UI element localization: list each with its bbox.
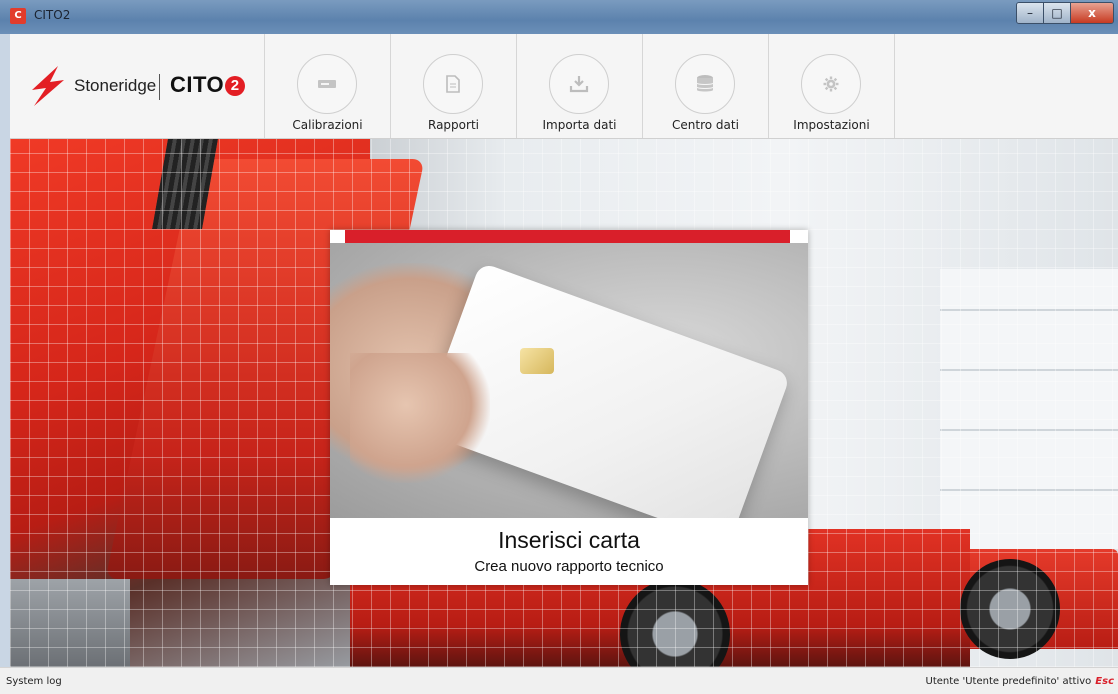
maximize-button[interactable]: □: [1044, 3, 1071, 23]
nav-calibrazioni[interactable]: Calibrazioni: [264, 34, 390, 138]
esc-link[interactable]: Esc: [1095, 676, 1114, 687]
nav-centro-dati[interactable]: Centro dati: [642, 34, 768, 138]
card-slot-icon: [297, 54, 357, 114]
close-button[interactable]: x: [1071, 3, 1113, 23]
window-title: CITO2: [34, 8, 71, 22]
system-log-link[interactable]: System log: [6, 676, 62, 687]
smartcard-photo: [330, 243, 808, 518]
logo-divider: [159, 74, 160, 100]
active-user-text: Utente 'Utente predefinito' attivo: [925, 676, 1092, 687]
nav-label: Calibrazioni: [292, 118, 363, 132]
download-icon: [549, 54, 609, 114]
nav-label: Centro dati: [672, 118, 739, 132]
nav-impostazioni[interactable]: Impostazioni: [768, 34, 895, 138]
main-toolbar: Stoneridge CITO 2 Calibrazioni Rapporti I…: [10, 34, 1118, 139]
card-chip-icon: [520, 348, 554, 374]
nav-label: Importa dati: [542, 118, 617, 132]
gear-icon: [801, 54, 861, 114]
dialog-subtitle: Crea nuovo rapporto tecnico: [474, 558, 664, 575]
insert-card-panel[interactable]: Inserisci carta Crea nuovo rapporto tecn…: [330, 230, 808, 585]
document-icon: [423, 54, 483, 114]
product-name: CITO 2: [170, 72, 246, 98]
status-bar: System log Utente 'Utente predefinito' a…: [0, 667, 1118, 694]
stoneridge-logo: Stoneridge CITO 2: [10, 34, 264, 138]
fingers-image: [350, 353, 490, 483]
dialog-title: Inserisci carta: [498, 527, 640, 553]
nav-label: Rapporti: [428, 118, 479, 132]
nav-importa-dati[interactable]: Importa dati: [516, 34, 642, 138]
product-name-text: CITO: [170, 72, 225, 97]
database-icon: [675, 54, 735, 114]
brand-name: Stoneridge: [74, 76, 157, 95]
nav-label: Impostazioni: [793, 118, 870, 132]
accent-bar: [345, 230, 790, 243]
stoneridge-slash-icon: [32, 66, 64, 106]
app-icon: C: [10, 8, 26, 24]
minimize-button[interactable]: –: [1017, 3, 1044, 23]
product-version-badge: 2: [225, 76, 246, 96]
main-nav: Calibrazioni Rapporti Importa dati Centr…: [264, 34, 895, 138]
active-user-status: Utente 'Utente predefinito' attivo Esc: [926, 676, 1115, 687]
nav-rapporti[interactable]: Rapporti: [390, 34, 516, 138]
window-titlebar: C CITO2 – □ x: [0, 0, 1118, 34]
window-controls: – □ x: [1016, 2, 1114, 24]
